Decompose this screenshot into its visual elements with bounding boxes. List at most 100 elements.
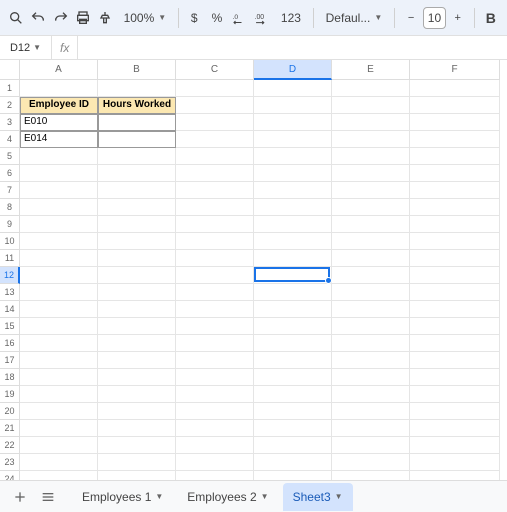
cell[interactable] [20, 267, 98, 284]
add-sheet-button[interactable] [8, 485, 32, 509]
cell[interactable] [98, 165, 176, 182]
cell[interactable] [254, 199, 332, 216]
cell[interactable] [98, 471, 176, 480]
search-icon[interactable] [6, 4, 26, 32]
cell[interactable] [98, 80, 176, 97]
cell[interactable] [410, 454, 500, 471]
name-box[interactable]: D12▼ [0, 36, 52, 59]
cell[interactable] [332, 182, 410, 199]
cell[interactable] [332, 165, 410, 182]
cell[interactable] [20, 352, 98, 369]
increase-decimal-button[interactable]: .00 [253, 4, 273, 32]
decrease-font-button[interactable]: − [401, 4, 421, 32]
cell[interactable] [410, 352, 500, 369]
cell[interactable] [332, 199, 410, 216]
cell[interactable] [176, 131, 254, 148]
cell[interactable] [20, 471, 98, 480]
cell[interactable] [176, 352, 254, 369]
cell[interactable] [20, 301, 98, 318]
cell[interactable] [332, 233, 410, 250]
cell[interactable] [332, 369, 410, 386]
cell[interactable] [176, 233, 254, 250]
cell[interactable] [176, 386, 254, 403]
bold-button[interactable]: B [481, 4, 501, 32]
cell[interactable] [20, 233, 98, 250]
cell[interactable] [98, 131, 176, 148]
cell[interactable] [176, 420, 254, 437]
cell[interactable] [332, 420, 410, 437]
cell[interactable] [332, 471, 410, 480]
cell[interactable] [332, 250, 410, 267]
sheet-tab[interactable]: Employees 2▼ [177, 483, 278, 511]
cell[interactable] [98, 233, 176, 250]
cell[interactable] [332, 80, 410, 97]
cell[interactable] [176, 199, 254, 216]
cell[interactable] [98, 182, 176, 199]
cell[interactable] [20, 284, 98, 301]
cell[interactable] [410, 216, 500, 233]
cell[interactable] [254, 403, 332, 420]
cell[interactable] [332, 97, 410, 114]
row-header[interactable]: 8 [0, 199, 20, 216]
cell[interactable] [98, 216, 176, 233]
cell[interactable] [332, 114, 410, 131]
cell[interactable] [20, 386, 98, 403]
cell[interactable] [254, 114, 332, 131]
percent-button[interactable]: % [206, 4, 229, 32]
cell[interactable] [410, 97, 500, 114]
select-all-corner[interactable] [0, 60, 20, 80]
cell[interactable] [332, 301, 410, 318]
cell[interactable] [98, 386, 176, 403]
row-header[interactable]: 9 [0, 216, 20, 233]
cell[interactable] [98, 250, 176, 267]
cell[interactable] [20, 369, 98, 386]
column-header[interactable]: D [254, 60, 332, 80]
row-header[interactable]: 18 [0, 369, 20, 386]
cell[interactable] [20, 199, 98, 216]
cell[interactable] [254, 97, 332, 114]
cell[interactable] [254, 148, 332, 165]
cell[interactable] [254, 250, 332, 267]
cell[interactable] [98, 301, 176, 318]
cell[interactable] [176, 284, 254, 301]
cell[interactable] [98, 437, 176, 454]
cell[interactable] [410, 386, 500, 403]
cell[interactable] [410, 80, 500, 97]
row-header[interactable]: 13 [0, 284, 20, 301]
cell[interactable] [410, 301, 500, 318]
cell[interactable] [410, 420, 500, 437]
cell[interactable] [410, 148, 500, 165]
row-header[interactable]: 7 [0, 182, 20, 199]
number-format-button[interactable]: 123 [275, 4, 307, 32]
cell[interactable] [254, 420, 332, 437]
cell[interactable] [332, 131, 410, 148]
cell[interactable] [20, 80, 98, 97]
cell[interactable] [410, 182, 500, 199]
cell[interactable] [254, 386, 332, 403]
cell[interactable]: E010 [20, 114, 98, 131]
cell[interactable] [254, 131, 332, 148]
cell[interactable] [254, 267, 332, 284]
column-header[interactable]: E [332, 60, 410, 80]
cell[interactable] [254, 80, 332, 97]
cell[interactable] [20, 216, 98, 233]
cell[interactable] [98, 199, 176, 216]
cell[interactable] [410, 284, 500, 301]
cell[interactable] [332, 386, 410, 403]
cell[interactable] [332, 284, 410, 301]
row-header[interactable]: 11 [0, 250, 20, 267]
row-header[interactable]: 21 [0, 420, 20, 437]
cell[interactable] [176, 454, 254, 471]
cell[interactable] [176, 182, 254, 199]
cell[interactable] [98, 284, 176, 301]
chevron-down-icon[interactable]: ▼ [261, 492, 269, 501]
cell[interactable] [332, 352, 410, 369]
cell[interactable] [254, 318, 332, 335]
cell[interactable] [410, 165, 500, 182]
cell[interactable] [98, 267, 176, 284]
cell[interactable] [410, 369, 500, 386]
cell[interactable] [20, 420, 98, 437]
currency-button[interactable]: $ [185, 4, 204, 32]
cell[interactable] [254, 182, 332, 199]
cell[interactable] [410, 233, 500, 250]
